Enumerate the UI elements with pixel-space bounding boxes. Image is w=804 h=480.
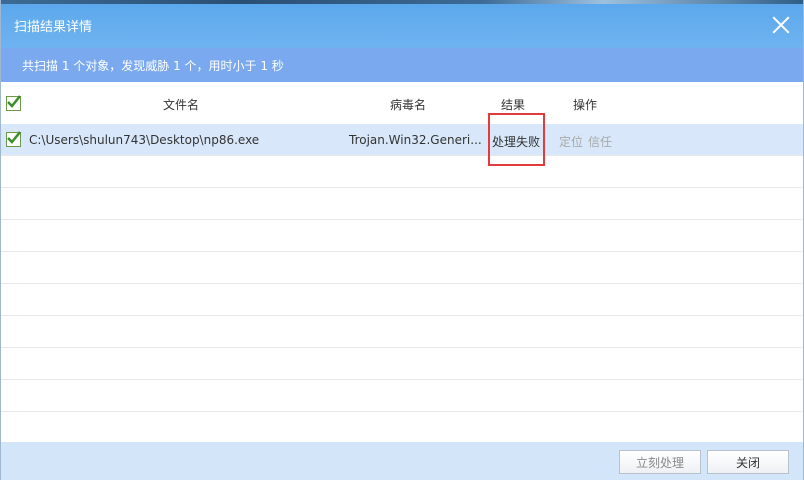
table-header: 文件名 病毒名 结果 操作 bbox=[0, 82, 804, 125]
empty-row bbox=[0, 380, 804, 412]
checkmark-icon bbox=[7, 131, 21, 144]
scan-summary-text: 共扫描 1 个对象，发现威胁 1 个，用时小于 1 秒 bbox=[22, 59, 284, 73]
select-all-checkbox[interactable] bbox=[6, 95, 21, 111]
virus-name: Trojan.Win32.Generi... bbox=[349, 133, 482, 147]
empty-row bbox=[0, 348, 804, 380]
empty-row bbox=[0, 188, 804, 220]
empty-row bbox=[0, 220, 804, 252]
highlight-annotation-box bbox=[488, 113, 545, 166]
window-border-left bbox=[0, 0, 1, 480]
scan-summary-bar: 共扫描 1 个对象，发现威胁 1 个，用时小于 1 秒 bbox=[0, 48, 804, 82]
close-icon[interactable] bbox=[772, 16, 790, 34]
empty-row bbox=[0, 156, 804, 188]
empty-row bbox=[0, 284, 804, 316]
background-strip bbox=[0, 0, 804, 4]
checkmark-icon bbox=[7, 95, 21, 108]
empty-row bbox=[0, 316, 804, 348]
footer-bar: 立刻处理 关闭 bbox=[0, 442, 804, 480]
trust-link[interactable]: 信任 bbox=[588, 133, 612, 150]
results-table: C:\Users\shulun743\Desktop\np86.exe Troj… bbox=[0, 124, 804, 444]
table-row[interactable]: C:\Users\shulun743\Desktop\np86.exe Troj… bbox=[0, 124, 804, 156]
column-header-result[interactable]: 结果 bbox=[501, 96, 525, 113]
file-path: C:\Users\shulun743\Desktop\np86.exe bbox=[29, 133, 260, 147]
empty-row bbox=[0, 412, 804, 444]
title-bar: 扫描结果详情 bbox=[0, 0, 804, 48]
column-header-virus[interactable]: 病毒名 bbox=[390, 96, 426, 113]
window-title: 扫描结果详情 bbox=[14, 20, 93, 35]
process-now-button[interactable]: 立刻处理 bbox=[619, 450, 701, 474]
row-checkbox[interactable] bbox=[6, 131, 21, 147]
close-button[interactable]: 关闭 bbox=[707, 450, 789, 474]
empty-row bbox=[0, 252, 804, 284]
locate-link[interactable]: 定位 bbox=[559, 133, 583, 150]
column-header-action: 操作 bbox=[573, 98, 598, 112]
column-header-file[interactable]: 文件名 bbox=[163, 96, 199, 113]
